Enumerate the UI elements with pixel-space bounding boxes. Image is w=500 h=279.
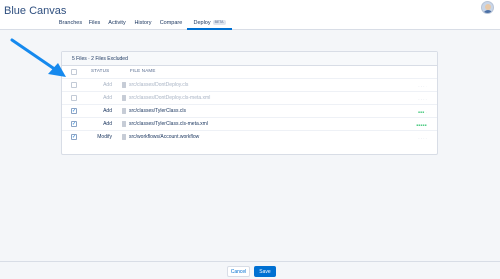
tab-label: Files [88,20,101,26]
row-checkbox[interactable] [71,95,77,101]
main-content: 5 Files · 2 Files Excluded STATUS FILE N… [0,31,500,261]
file-name-column-header: FILE NAME [130,68,156,73]
tab-label: Compare [159,20,183,26]
diff-indicator: - - - - [418,136,427,140]
file-path: src/classes/TylerClass.cls [129,108,186,114]
file-icon [122,95,126,101]
diff-indicator: - - - · [418,84,427,88]
diff-indicator: - - - - [418,97,427,101]
file-row[interactable]: Add src/classes/DontDeploy.cls - - - · [62,78,437,91]
tab-activity[interactable]: Activity [106,16,128,30]
file-row[interactable]: ✓ Add src/classes/TylerClass.cls-meta.xm… [62,117,437,130]
change-status: Add [103,121,112,127]
tab-deploy[interactable]: Deploy BETA [187,16,232,30]
file-path: src/classes/DontDeploy.cls [129,82,189,88]
deploy-files-card: 5 Files · 2 Files Excluded STATUS FILE N… [61,51,438,155]
user-avatar[interactable] [481,1,494,14]
file-row[interactable]: ✓ Modify src/workflows/Account.workflow … [62,130,437,143]
tab-label: Activity [108,20,126,26]
file-icon [122,82,126,88]
action-footer: Cancel Save [0,261,500,279]
file-row[interactable]: ✓ Add src/classes/TylerClass.cls ■■■ · [62,104,437,117]
tab-bar: Branches Files Activity History Compare … [0,16,500,30]
tab-history[interactable]: History [132,16,154,30]
row-checkbox[interactable]: ✓ [71,108,77,114]
file-row[interactable]: Add src/classes/DontDeploy.cls-meta.xml … [62,91,437,104]
file-path: src/workflows/Account.workflow [129,134,200,140]
file-path: src/classes/DontDeploy.cls-meta.xml [129,95,211,101]
tab-compare[interactable]: Compare [158,16,184,30]
diff-indicator: ■■■ · [418,110,427,114]
tab-branches[interactable]: Branches [58,16,83,30]
top-bar: Blue Canvas Branches Files Activity Hist… [0,0,500,30]
save-button[interactable]: Save [254,266,276,277]
file-icon [122,121,126,127]
row-checkbox[interactable]: ✓ [71,121,77,127]
beta-badge: BETA [212,20,226,26]
files-summary: 5 Files · 2 Files Excluded [62,52,437,66]
cancel-button[interactable]: Cancel [227,266,250,277]
row-checkbox[interactable]: ✓ [71,134,77,140]
tab-label: Branches [58,20,83,26]
change-status: Add [103,82,112,88]
file-icon [122,134,126,140]
pointer-arrow-icon [10,38,66,77]
row-checkbox[interactable] [71,82,77,88]
file-icon [122,108,126,114]
change-status: Add [103,108,112,114]
status-column-header: STATUS [91,68,110,73]
diff-indicator: ■■■■■ [416,123,427,127]
select-all-checkbox[interactable] [71,69,77,75]
tab-label: History [134,20,152,26]
tab-files[interactable]: Files [86,16,103,30]
tab-label: Deploy [193,20,211,26]
change-status: Modify [97,134,112,140]
file-path: src/classes/TylerClass.cls-meta.xml [129,121,208,127]
avatar-body [483,10,493,13]
change-status: Add [103,95,112,101]
